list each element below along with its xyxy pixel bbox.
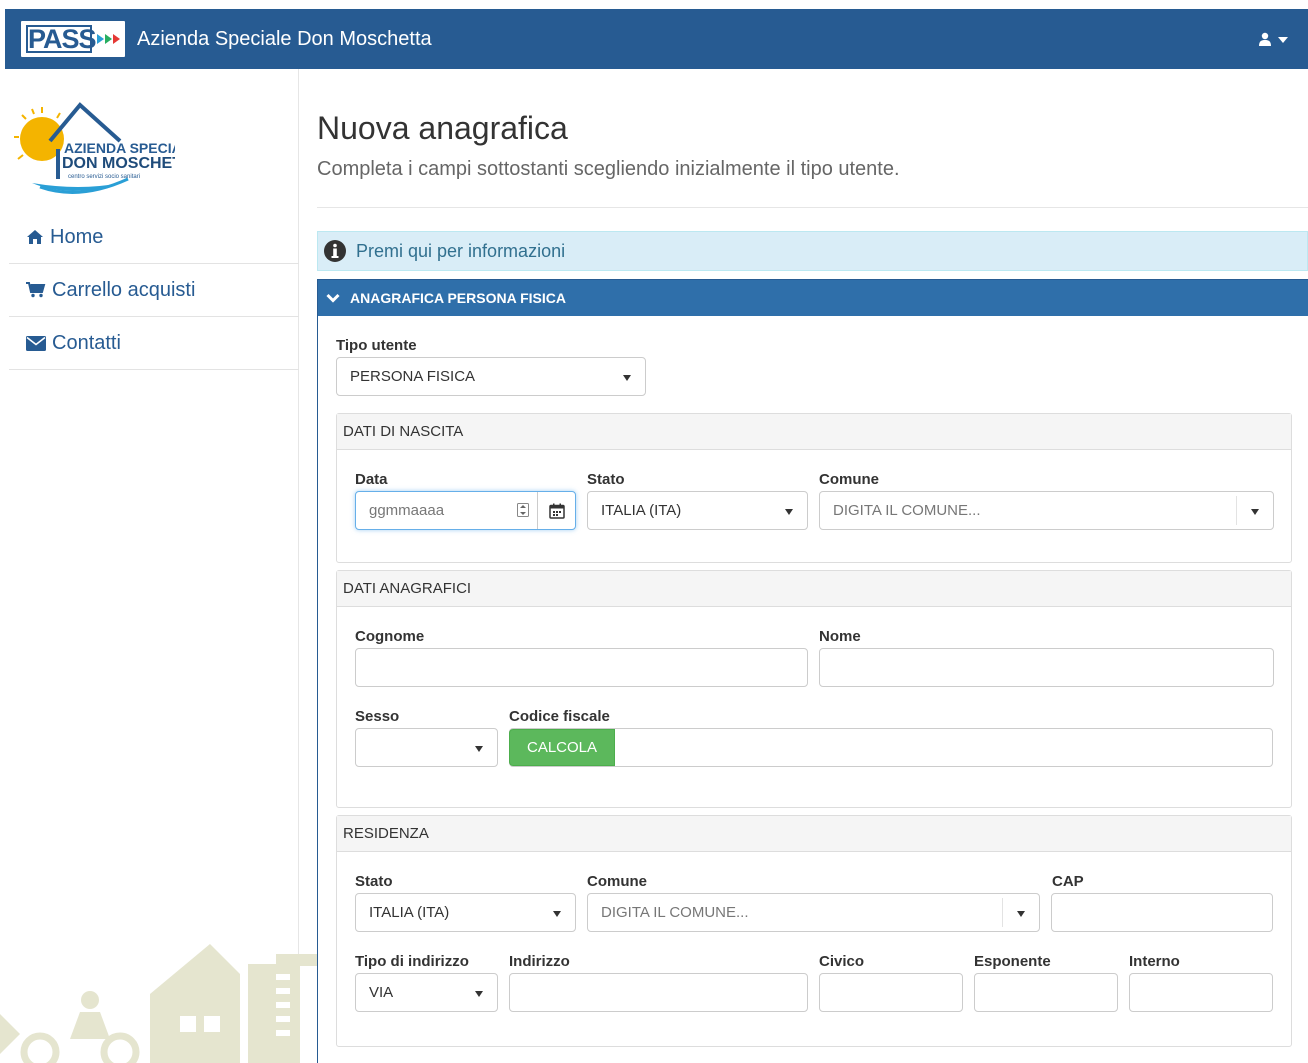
caret-down-icon [1278,37,1288,43]
data-nascita-input[interactable]: ggmmaaaa [355,491,576,530]
civico-label: Civico [819,953,865,970]
info-text: Premi qui per informazioni [356,240,566,261]
caret-down-icon [1017,911,1025,917]
codice-fiscale-label: Codice fiscale [509,708,610,725]
cap-label: CAP [1052,873,1084,890]
data-label: Data [355,471,388,488]
nome-label: Nome [819,628,861,645]
user-icon [1259,32,1271,46]
data-placeholder: ggmmaaaa [369,502,445,519]
stato-nascita-label: Stato [587,471,625,488]
sidebar-nav: Home Carrello acquisti Contatti [9,211,299,370]
sidebar-item-contacts[interactable]: Contatti [9,317,299,370]
caret-down-icon [623,375,631,381]
sidebar-item-label: Home [50,225,104,248]
comune-nascita-placeholder: DIGITA IL COMUNE... [833,502,981,519]
caret-down-icon [475,991,483,997]
spinner-icon [517,503,529,517]
cognome-label: Cognome [355,628,425,645]
fieldset-dati-nascita: DATI DI NASCITA Data ggmmaaaa Stato ITAL… [336,413,1292,563]
interno-label: Interno [1129,953,1180,970]
esponente-label: Esponente [974,953,1051,970]
caret-down-icon [553,911,561,917]
esponente-input[interactable] [974,973,1118,1012]
cap-input[interactable] [1051,893,1273,932]
comune-residenza-placeholder: DIGITA IL COMUNE... [601,904,749,921]
stato-residenza-select[interactable]: ITALIA (ITA) [355,893,576,932]
stato-residenza-label: Stato [355,873,393,890]
envelope-icon [26,335,46,351]
select-separator [1236,496,1237,525]
tipo-indirizzo-value: VIA [369,984,394,1001]
indirizzo-label: Indirizzo [509,953,570,970]
cognome-input[interactable] [355,648,808,687]
caret-down-icon [475,746,483,752]
tipo-indirizzo-label: Tipo di indirizzo [355,953,469,970]
stato-residenza-value: ITALIA (ITA) [369,904,450,921]
comune-residenza-select[interactable]: DIGITA IL COMUNE... [587,893,1040,932]
comune-nascita-select[interactable]: DIGITA IL COMUNE... [819,491,1274,530]
fieldset-heading: RESIDENZA [337,816,1291,852]
logo-line-2: DON MOSCHETTA [62,155,175,172]
app-title: Azienda Speciale Don Moschetta [137,28,432,50]
divider [317,207,1308,208]
panel-header-toggle[interactable]: ANAGRAFICA PERSONA FISICA [318,280,1308,316]
sidebar-item-home[interactable]: Home [9,211,299,264]
tipo-indirizzo-select[interactable]: VIA [355,973,498,1012]
select-separator [1002,898,1003,927]
tipo-utente-value: PERSONA FISICA [350,368,476,385]
tipo-utente-select[interactable]: PERSONA FISICA [336,357,646,396]
page-title: Nuova anagrafica [317,110,568,146]
indirizzo-input[interactable] [509,973,808,1012]
brand-arrows-icon [97,34,120,44]
user-menu-toggle[interactable] [1258,31,1292,47]
chevron-down-icon [326,293,340,303]
info-icon [324,240,346,262]
home-icon [27,230,43,244]
sidebar-item-label: Contatti [52,331,121,354]
cart-icon [26,282,46,298]
fieldset-heading: DATI ANAGRAFICI [337,571,1291,607]
caret-down-icon [1251,509,1259,515]
logo-line-3: centro servizi socio sanitari [68,174,140,180]
caret-down-icon [785,509,793,515]
decorative-houses-illustration [0,944,318,1063]
interno-input[interactable] [1129,973,1273,1012]
comune-residenza-label: Comune [587,873,647,890]
fieldset-residenza: RESIDENZA Stato ITALIA (ITA) Comune DIGI… [336,815,1292,1047]
sesso-label: Sesso [355,708,400,725]
info-toggle[interactable]: Premi qui per informazioni [317,231,1308,271]
top-navbar: PASS Azienda Speciale Don Moschetta [5,9,1308,69]
stato-nascita-value: ITALIA (ITA) [601,502,682,519]
brand-text: PASS [26,24,97,54]
logo-line-1: AZIENDA SPECIALE [64,140,175,156]
panel-heading: ANAGRAFICA PERSONA FISICA [350,290,566,306]
sesso-select[interactable] [355,728,498,767]
calendar-icon [548,503,565,519]
page-subtitle: Completa i campi sottostanti scegliendo … [317,158,900,180]
company-logo[interactable]: AZIENDA SPECIALE DON MOSCHETTA centro se… [10,101,175,201]
anagrafica-panel: ANAGRAFICA PERSONA FISICA Tipo utente PE… [317,279,1308,1063]
sidebar-item-cart[interactable]: Carrello acquisti [9,264,299,317]
comune-nascita-label: Comune [819,471,879,488]
calendar-button[interactable] [537,492,575,529]
sidebar-item-label: Carrello acquisti [52,278,196,301]
codice-fiscale-input[interactable] [509,728,1273,767]
tipo-utente-label: Tipo utente [336,337,417,354]
calcola-button[interactable]: CALCOLA [509,729,615,766]
brand-logo[interactable]: PASS [21,21,125,57]
stato-nascita-select[interactable]: ITALIA (ITA) [587,491,808,530]
nome-input[interactable] [819,648,1274,687]
fieldset-heading: DATI DI NASCITA [337,414,1291,450]
sidebar: AZIENDA SPECIALE DON MOSCHETTA centro se… [0,69,318,1063]
fieldset-dati-anagrafici: DATI ANAGRAFICI Cognome Nome Sesso Codic… [336,570,1292,808]
civico-input[interactable] [819,973,963,1012]
